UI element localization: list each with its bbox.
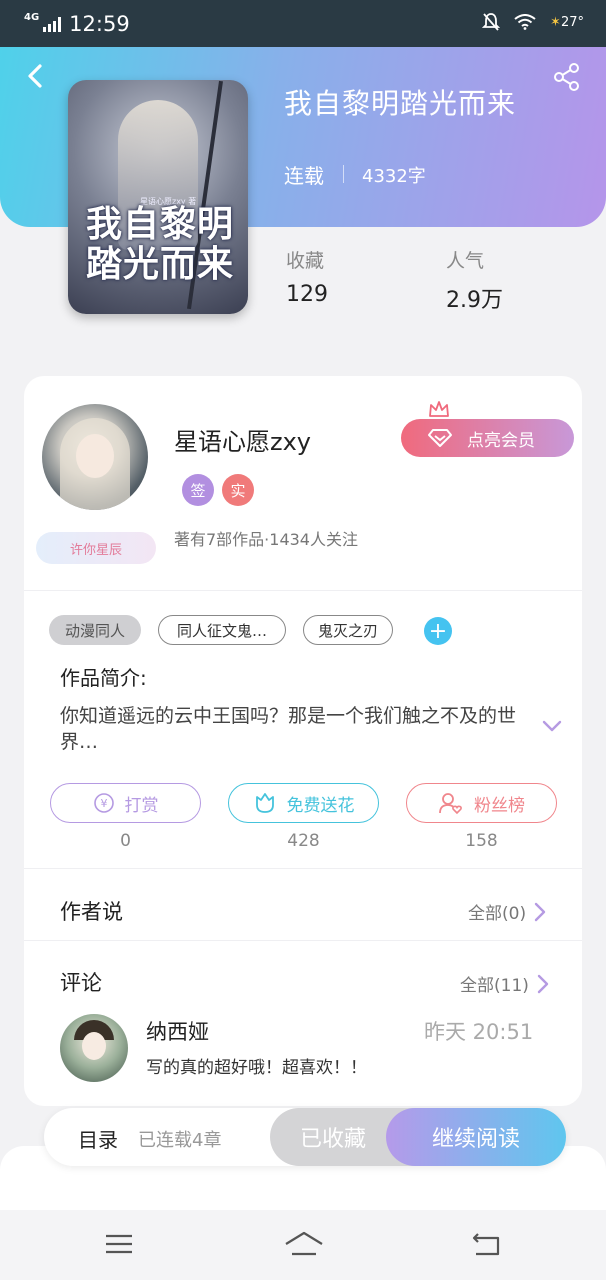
cover-title: 我自黎明踏光而来 [86, 203, 235, 285]
avatar-face [76, 434, 114, 478]
table-of-contents-button[interactable]: 目录 [78, 1124, 118, 1153]
vip-label: 点亮会员 [467, 430, 535, 451]
commenter-name[interactable]: 纳西娅 [146, 1016, 209, 1046]
comment-time: 昨天 20:51 [424, 1020, 534, 1044]
add-tag-button[interactable]: + [424, 617, 452, 645]
home-icon[interactable] [284, 1230, 324, 1258]
avatar-face [82, 1032, 106, 1060]
tag-demon-slayer[interactable]: 鬼灭之刃 [303, 615, 393, 645]
chapters-count: 已连载4章 [138, 1130, 222, 1151]
intro-label: 作品简介: [60, 666, 147, 690]
favorites-value: 129 [286, 282, 328, 307]
chevron-down-icon[interactable] [540, 716, 564, 736]
diamond-icon [428, 429, 452, 447]
wifi-icon [514, 14, 536, 30]
tag-fanfic-contest[interactable]: 同人征文鬼… [158, 615, 286, 645]
fan-tag-label: 许你星辰 [69, 542, 122, 558]
word-count: 4332字 [362, 166, 426, 187]
network-type: 4G [24, 11, 40, 23]
author-says-all-link[interactable]: 全部(0) [468, 899, 546, 924]
divider [24, 590, 582, 591]
share-icon[interactable] [552, 62, 582, 92]
popularity-value: 2.9万 [446, 288, 503, 313]
author-says-link-label: 全部(0) [468, 904, 527, 924]
fan-ranking-label: 粉丝榜 [474, 795, 525, 816]
continue-reading-label: 继续阅读 [431, 1127, 520, 1152]
commenter-avatar[interactable] [60, 1014, 128, 1082]
clock: 12:59 [69, 11, 130, 36]
fan-count: 158 [465, 831, 498, 851]
status-bar: 4G 12:59 ✶27° [0, 0, 606, 47]
sun-icon: ✶ [550, 14, 561, 30]
collected-label: 已收藏 [299, 1127, 366, 1152]
tip-button[interactable]: ¥ 打赏 [50, 783, 201, 823]
book-cover[interactable]: 星语心愿zxy 著 我自黎明踏光而来 [68, 80, 248, 314]
menu-icon[interactable] [102, 1230, 136, 1258]
divider [24, 940, 582, 941]
back-nav-icon[interactable] [470, 1230, 504, 1258]
fan-title-tag: 许你星辰 [36, 532, 156, 564]
popularity-label: 人气 [446, 250, 485, 272]
favorites-label: 收藏 [286, 250, 325, 272]
fan-ranking-button[interactable]: 粉丝榜 [406, 783, 557, 823]
continue-reading-button[interactable]: 继续阅读 [386, 1108, 566, 1166]
author-avatar[interactable] [42, 404, 148, 510]
divider [343, 165, 344, 183]
flower-icon [255, 793, 274, 813]
flower-count: 428 [287, 831, 320, 851]
tag-anime-fanfic[interactable]: 动漫同人 [49, 615, 141, 645]
book-title: 我自黎明踏光而来 [284, 87, 517, 120]
signed-badge: 签 [182, 474, 214, 506]
back-icon[interactable] [22, 62, 50, 90]
yuan-coin-icon: ¥ [93, 793, 114, 813]
chevron-right-icon [534, 902, 546, 921]
verified-badge: 实 [222, 474, 254, 506]
author-name[interactable]: 星语心愿zxy [174, 422, 311, 457]
svg-text:¥: ¥ [100, 797, 107, 810]
tip-label: 打赏 [124, 795, 159, 816]
author-info: 著有7部作品·1434人关注 [174, 530, 358, 549]
intro-text: 你知道遥远的云中王国吗？那是一个我们触之不及的世界… [60, 705, 517, 753]
send-flower-button[interactable]: 免费送花 [228, 783, 379, 823]
chevron-right-icon [537, 974, 549, 993]
tip-count: 0 [120, 831, 131, 851]
author-says-title: 作者说 [60, 900, 123, 924]
user-heart-icon [439, 793, 462, 815]
vip-button[interactable]: 点亮会员 [401, 419, 574, 457]
book-status: 连载 [284, 164, 324, 188]
weather-temperature: ✶27° [550, 15, 584, 30]
comments-all-link[interactable]: 全部(11) [460, 971, 549, 996]
temperature-text: 27° [560, 14, 584, 30]
comment-text[interactable]: 写的真的超好哦！超喜欢！！ [146, 1053, 367, 1078]
divider [24, 868, 582, 869]
crown-icon [429, 401, 449, 417]
signal-icon [43, 16, 62, 32]
send-flower-label: 免费送花 [286, 795, 355, 816]
comments-title: 评论 [60, 971, 102, 995]
comments-link-label: 全部(11) [460, 976, 529, 996]
mute-bell-icon [482, 13, 501, 31]
